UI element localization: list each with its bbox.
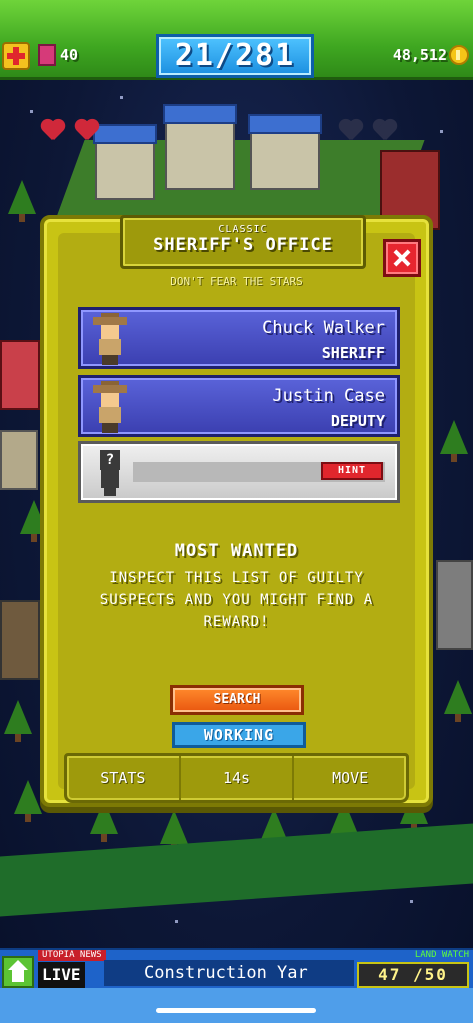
land-watch-tag: LAND WATCH xyxy=(414,950,469,960)
resident-name: Justin Case xyxy=(272,386,385,406)
live-badge: LIVE xyxy=(38,962,85,988)
floor-progress-counter[interactable]: 21/281 xyxy=(156,34,314,78)
hint-button[interactable]: HINT xyxy=(321,462,383,480)
resident-name: Chuck Walker xyxy=(262,318,385,338)
resident-role: SHERIFF xyxy=(321,344,385,362)
coin-count: 48,512 xyxy=(392,46,447,64)
floor-progress-text: 21/281 xyxy=(174,38,296,73)
empty-resident-slot[interactable]: ? HINT xyxy=(78,441,400,503)
building[interactable] xyxy=(163,104,237,190)
building-category: CLASSIC xyxy=(218,224,268,235)
land-watch-counter[interactable]: 47 /50 xyxy=(357,962,469,988)
search-button[interactable]: SEARCH xyxy=(170,685,304,715)
stats-button[interactable]: STATS xyxy=(67,756,181,800)
heart-icon xyxy=(40,120,66,142)
building-tagline: DON'T FEAR THE STARS xyxy=(170,275,303,288)
resident-slot[interactable]: Chuck Walker SHERIFF xyxy=(78,307,400,369)
building[interactable] xyxy=(93,124,157,200)
resident-role: DEPUTY xyxy=(330,412,385,430)
building-dialog: CLASSIC SHERIFF'S OFFICE DON'T FEAR THE … xyxy=(40,215,433,807)
news-tag: UTOPIA NEWS xyxy=(38,950,106,961)
home-indicator-area xyxy=(0,988,473,1023)
close-button[interactable] xyxy=(383,239,421,277)
info-section: MOST WANTED INSPECT THIS LIST OF GUILTY … xyxy=(44,541,429,633)
title-plate: CLASSIC SHERIFF'S OFFICE xyxy=(120,215,366,269)
heart-icon xyxy=(372,120,398,142)
status-badge: WORKING xyxy=(172,722,306,748)
move-button[interactable]: MOVE xyxy=(294,756,406,800)
top-bar: 40 21/281 48,512 xyxy=(0,0,473,80)
unknown-resident-icon: ? xyxy=(97,450,123,496)
book-count: 40 xyxy=(60,46,79,64)
info-heading: MOST WANTED xyxy=(174,541,299,561)
heart-icon xyxy=(338,120,364,142)
news-headline[interactable]: Construction Yar xyxy=(104,960,354,986)
work-timer: 14s xyxy=(181,756,295,800)
book-icon xyxy=(38,44,56,66)
building-title: SHERIFF'S OFFICE xyxy=(153,235,333,255)
heart-icon xyxy=(74,120,100,142)
info-body: INSPECT THIS LIST OF GUILTY SUSPECTS AND… xyxy=(99,570,374,630)
building[interactable] xyxy=(248,114,322,190)
coin-icon xyxy=(449,45,469,65)
home-button[interactable] xyxy=(2,956,34,988)
resident-slot[interactable]: Justin Case DEPUTY xyxy=(78,375,400,437)
news-ticker-bar: UTOPIA NEWS LIVE Construction Yar LAND W… xyxy=(0,948,473,988)
add-bux-button[interactable] xyxy=(2,42,30,70)
home-indicator[interactable] xyxy=(156,1008,316,1013)
resident-avatar xyxy=(93,313,127,365)
resident-avatar xyxy=(93,381,127,433)
dialog-footer: STATS 14s MOVE xyxy=(64,753,409,803)
